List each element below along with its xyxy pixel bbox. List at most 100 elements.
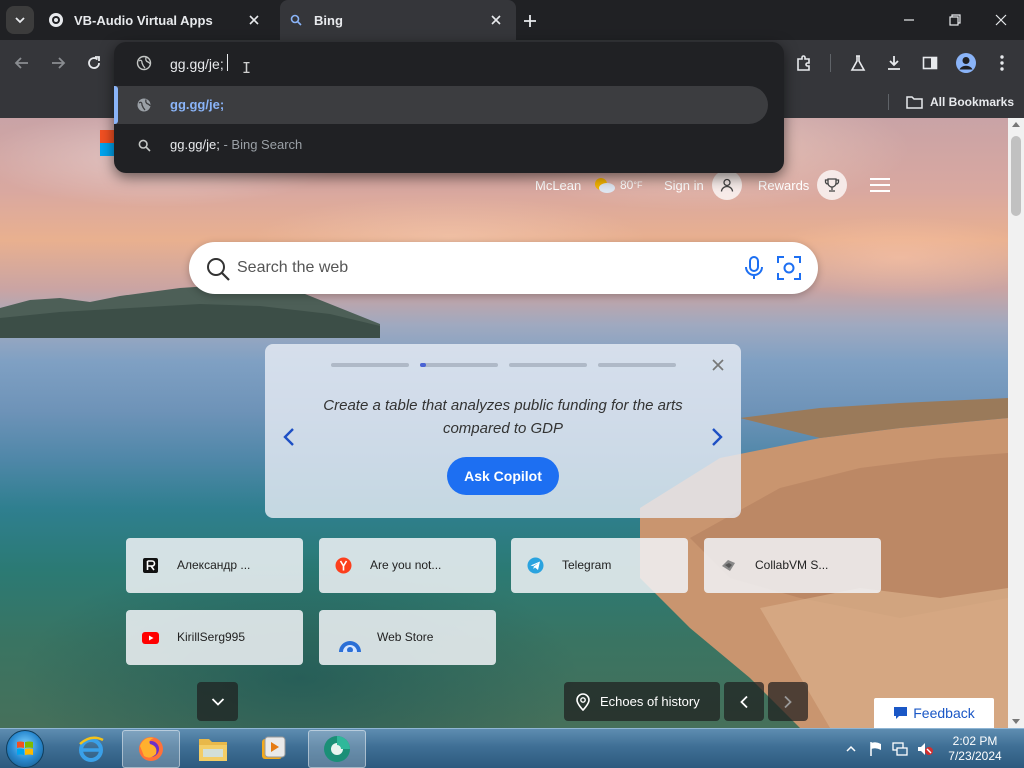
clock-time: 2:02 PM [952, 734, 998, 748]
chevron-down-icon [211, 697, 224, 706]
back-button[interactable] [10, 51, 34, 75]
search-icon [288, 12, 304, 28]
omnibox-dropdown: I gg.gg/je; gg.gg/je; - Bing Search [114, 42, 784, 173]
all-bookmarks-label: All Bookmarks [930, 95, 1015, 109]
downloads-button[interactable] [882, 51, 906, 75]
tab-bing[interactable]: Bing [280, 0, 516, 40]
network-icon[interactable] [892, 741, 908, 757]
quick-link-tile[interactable]: Web Store [319, 610, 496, 665]
menu-button[interactable] [990, 51, 1014, 75]
rewards-label: Rewards [758, 177, 810, 193]
chevron-left-icon[interactable] [281, 427, 297, 447]
side-panel-icon [922, 56, 938, 70]
location-label[interactable]: McLean [535, 170, 581, 200]
carousel-dot[interactable] [420, 363, 498, 367]
extensions-button[interactable] [792, 51, 816, 75]
trophy-icon [817, 170, 848, 200]
windows-taskbar: 2:02 PM 7/23/2024 [0, 728, 1024, 768]
minimize-button[interactable] [897, 8, 921, 32]
bing-homepage: McLean 80°F Sign in Rewards Cr [0, 118, 1008, 728]
expand-feed-button[interactable] [197, 682, 238, 721]
restore-icon [949, 14, 961, 26]
telegram-icon [527, 557, 544, 574]
feedback-button[interactable]: Feedback [874, 698, 994, 728]
action-center-flag-icon[interactable] [868, 741, 884, 757]
quick-link-tile[interactable]: Are you not... [319, 538, 496, 593]
quick-link-tile[interactable]: KirillSerg995 [126, 610, 303, 665]
close-tab-icon[interactable] [486, 10, 506, 30]
side-panel-button[interactable] [918, 51, 942, 75]
hamburger-menu-icon[interactable] [868, 176, 892, 194]
labs-button[interactable] [846, 51, 870, 75]
rewards-button[interactable]: Rewards [758, 170, 848, 200]
vertical-scrollbar[interactable] [1008, 118, 1024, 728]
taskbar-explorer[interactable] [184, 730, 242, 768]
all-bookmarks-button[interactable]: All Bookmarks [906, 91, 1014, 113]
media-player-icon [262, 736, 286, 759]
scroll-down-arrow-icon[interactable] [1012, 719, 1020, 724]
forward-button[interactable] [46, 51, 70, 75]
background-sea [0, 498, 620, 728]
volume-muted-icon[interactable] [916, 741, 934, 757]
scrollbar-thumb[interactable] [1011, 136, 1021, 216]
collabvm-icon [720, 557, 737, 574]
quick-link-tile[interactable]: Telegram [511, 538, 688, 593]
carousel-dot[interactable] [509, 363, 587, 367]
taskbar-browser[interactable] [308, 730, 366, 768]
close-tab-icon[interactable] [244, 10, 264, 30]
scroll-up-arrow-icon[interactable] [1012, 122, 1020, 127]
flask-icon [850, 55, 866, 71]
reload-button[interactable] [82, 51, 106, 75]
folder-icon [906, 96, 923, 109]
profile-button[interactable] [954, 51, 978, 75]
omnibox-suggestion-url[interactable]: gg.gg/je; [114, 86, 768, 124]
ask-copilot-button[interactable]: Ask Copilot [447, 457, 559, 495]
image-info-button[interactable]: Echoes of history [564, 682, 720, 721]
tab-title: Bing [314, 12, 343, 28]
carousel-dot[interactable] [598, 363, 676, 367]
user-icon [711, 170, 742, 200]
address-bar-input[interactable] [170, 54, 730, 74]
next-image-button[interactable] [768, 682, 808, 721]
image-caption: Echoes of history [600, 694, 700, 709]
quick-link-label: Александр ... [177, 558, 251, 572]
clock-date: 7/23/2024 [948, 749, 1002, 763]
temperature: 80 [620, 178, 634, 192]
sign-in-button[interactable]: Sign in [664, 170, 742, 200]
partly-sunny-icon [595, 178, 615, 193]
weather-widget[interactable]: 80 °F [592, 170, 642, 200]
taskbar-media-player[interactable] [244, 730, 302, 768]
omnibox-suggestion-search[interactable]: gg.gg/je; - Bing Search [114, 126, 768, 164]
carousel-dot-progress [420, 363, 426, 367]
quick-link-tile[interactable]: Александр ... [126, 538, 303, 593]
new-tab-button[interactable] [518, 9, 542, 33]
close-window-button[interactable] [989, 8, 1013, 32]
tab-strip: VB-Audio Virtual Apps Bing [0, 0, 1024, 40]
search-input[interactable] [237, 256, 727, 280]
taskbar-clock[interactable]: 2:02 PM 7/23/2024 [940, 734, 1010, 764]
quick-link-tile[interactable]: CollabVM S... [704, 538, 881, 593]
web-search-box [189, 242, 818, 294]
globe-icon [136, 97, 152, 113]
taskbar-firefox[interactable] [122, 730, 180, 768]
file-explorer-icon [199, 739, 227, 761]
chevron-right-icon[interactable] [709, 427, 725, 447]
omnibox-row: I [114, 42, 784, 84]
restore-button[interactable] [943, 8, 967, 32]
carousel-dot[interactable] [331, 363, 409, 367]
start-button[interactable] [6, 730, 44, 768]
previous-image-button[interactable] [724, 682, 764, 721]
youtube-icon [142, 629, 159, 646]
download-icon [888, 56, 900, 70]
tab-search-button[interactable] [6, 6, 34, 34]
search-icon [207, 258, 230, 281]
search-icon [136, 137, 152, 153]
taskbar-internet-explorer[interactable] [62, 730, 120, 768]
kebab-menu-icon [1000, 55, 1004, 71]
close-icon[interactable] [711, 358, 725, 372]
visual-search-icon[interactable] [776, 255, 802, 281]
text-caret [227, 54, 228, 71]
microphone-icon[interactable] [742, 255, 766, 281]
tab-vb-audio[interactable]: VB-Audio Virtual Apps [40, 0, 270, 40]
tray-expand-icon[interactable] [846, 744, 856, 754]
